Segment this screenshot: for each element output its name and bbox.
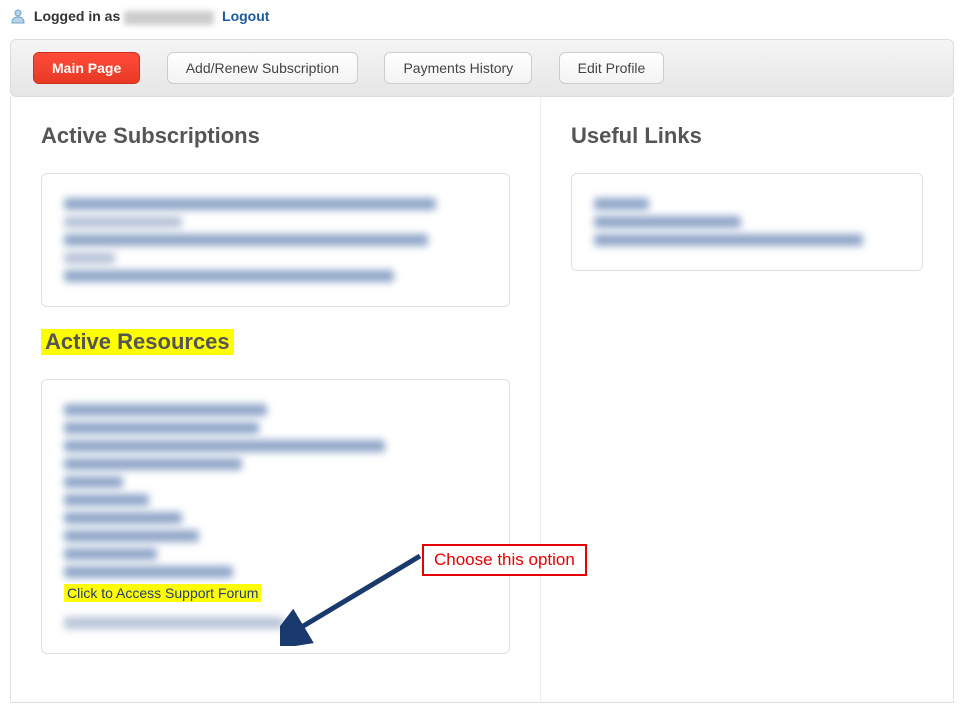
support-forum-link[interactable]: Click to Access Support Forum [64, 584, 261, 602]
username-blurred [124, 11, 214, 25]
tab-payments[interactable]: Payments History [384, 52, 532, 84]
right-column: Useful Links [541, 97, 953, 702]
subscriptions-card [41, 173, 510, 307]
tab-main-page[interactable]: Main Page [33, 52, 140, 84]
active-resources-title: Active Resources [41, 329, 234, 355]
tab-add-renew[interactable]: Add/Renew Subscription [167, 52, 358, 84]
user-icon [10, 8, 26, 27]
left-column: Active Subscriptions Active Resources [11, 97, 541, 702]
resources-card: Click to Access Support Forum [41, 379, 510, 654]
logged-in-label: Logged in as [34, 8, 120, 24]
tab-bar: Main Page Add/Renew Subscription Payment… [10, 39, 954, 97]
useful-links-card [571, 173, 923, 271]
useful-links-title: Useful Links [571, 123, 923, 149]
logout-link[interactable]: Logout [222, 8, 269, 24]
tab-edit-profile[interactable]: Edit Profile [559, 52, 665, 84]
header-bar: Logged in as Logout [0, 0, 964, 31]
active-subscriptions-title: Active Subscriptions [41, 123, 510, 149]
